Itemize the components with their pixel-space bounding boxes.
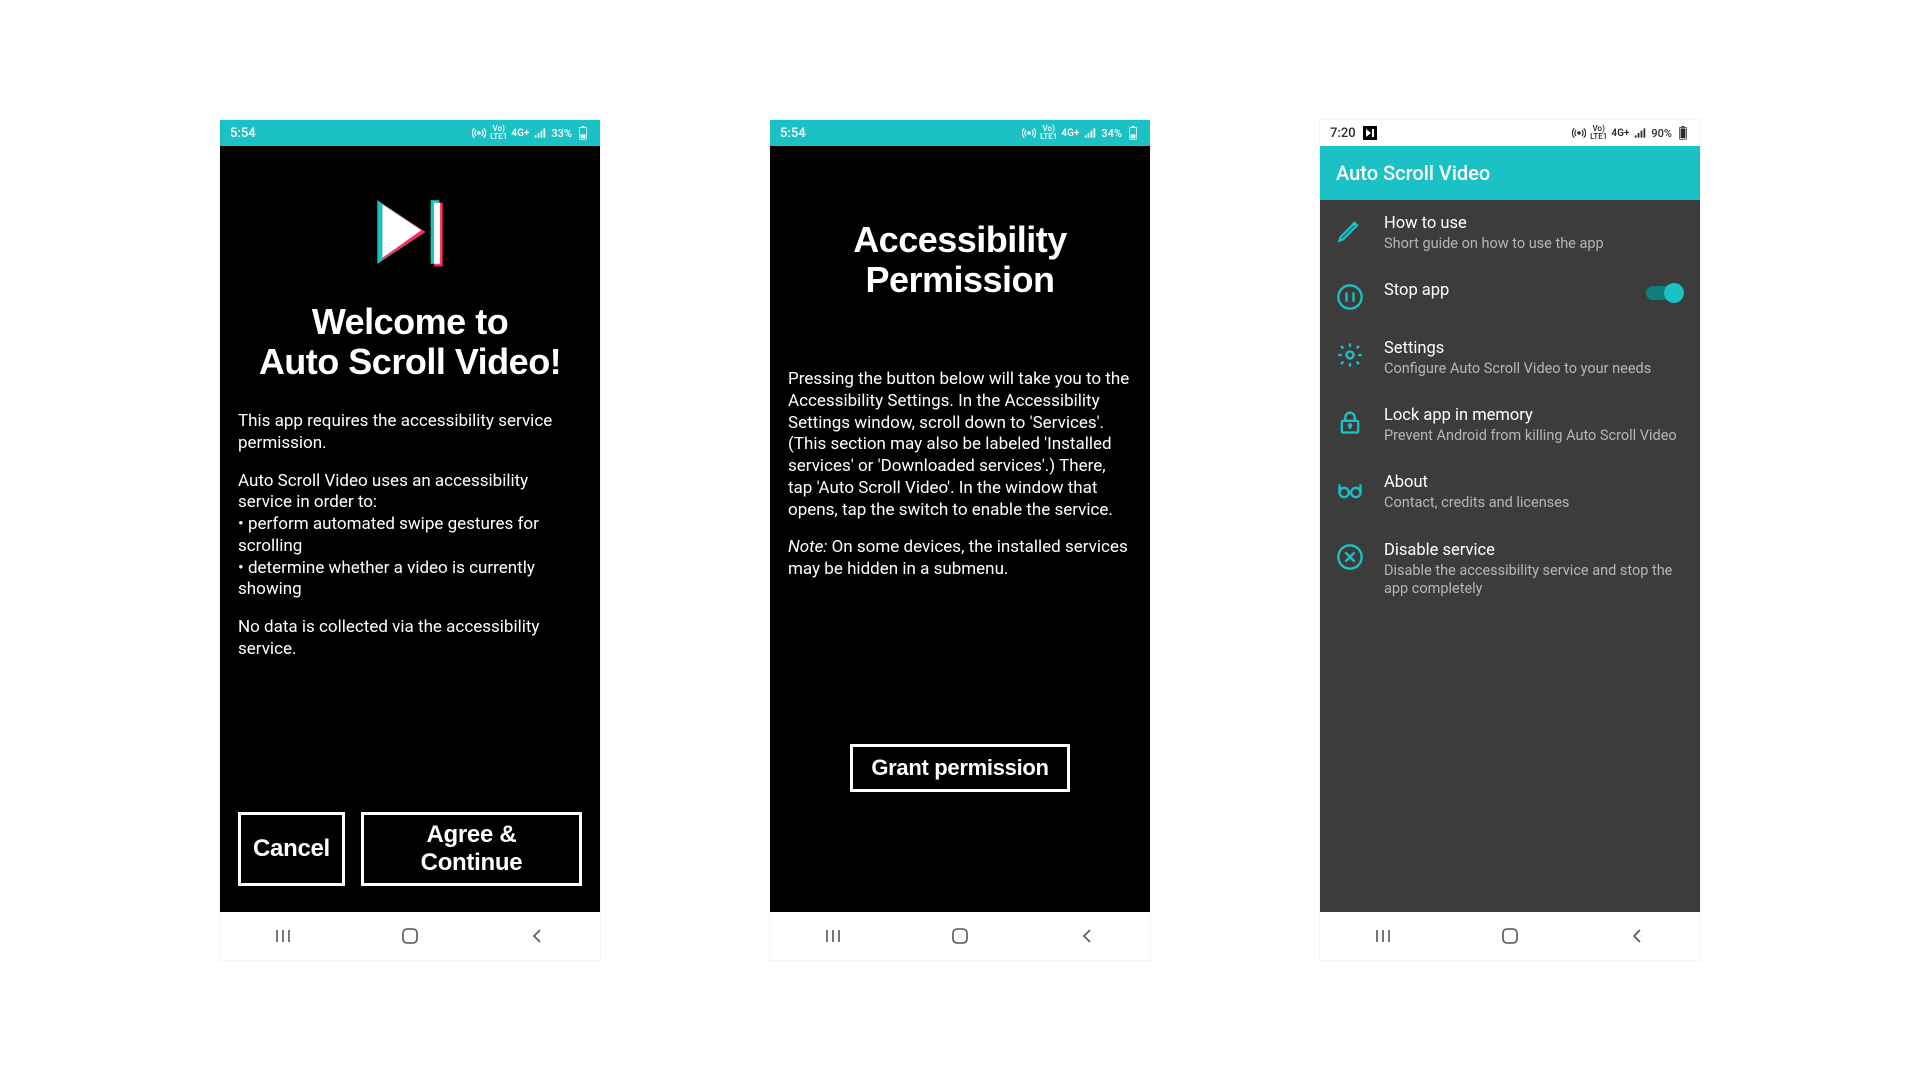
app-bar-title: Auto Scroll Video <box>1336 161 1490 185</box>
menu-item-sub: Configure Auto Scroll Video to your need… <box>1384 360 1684 378</box>
permission-body: Pressing the button below will take you … <box>770 369 1150 597</box>
menu-item-title: Settings <box>1384 339 1684 358</box>
welcome-screen: Welcome to Auto Scroll Video! This app r… <box>220 146 600 912</box>
lte-label: LTE1 <box>1590 133 1607 141</box>
phone-welcome: 5:54 Vo) LTE1 4G+ 33% Welco <box>220 120 600 960</box>
home-button[interactable] <box>390 924 430 948</box>
back-button[interactable] <box>1067 924 1107 948</box>
battery-icon <box>576 126 590 140</box>
battery-icon <box>1676 126 1690 140</box>
network-type: 4G+ <box>511 128 529 139</box>
battery-pct: 33% <box>551 127 572 140</box>
battery-pct: 34% <box>1101 127 1122 140</box>
lock-icon <box>1336 408 1364 436</box>
recents-button[interactable] <box>1363 924 1403 948</box>
pause-icon <box>1336 283 1364 311</box>
signal-icon <box>1633 126 1647 140</box>
status-indicators: Vo) LTE1 4G+ 90% <box>1572 125 1690 141</box>
app-logo <box>220 192 600 272</box>
status-time: 5:54 <box>230 126 256 141</box>
status-bar: 7:20 Vo) LTE1 4G+ 90% <box>1320 120 1700 146</box>
gear-icon <box>1336 341 1364 369</box>
stop-app-toggle[interactable] <box>1646 283 1684 303</box>
signal-icon <box>1083 126 1097 140</box>
menu-item-title: Stop app <box>1384 281 1626 300</box>
menu-item-title: How to use <box>1384 214 1684 233</box>
status-bar: 5:54 Vo) LTE1 4G+ 34% <box>770 120 1150 146</box>
battery-icon <box>1126 126 1140 140</box>
cancel-button[interactable]: Cancel <box>238 812 345 886</box>
lte-label: LTE1 <box>1040 133 1057 141</box>
phone-settings: 7:20 Vo) LTE1 4G+ 90% Auto Scroll Video <box>1320 120 1700 960</box>
menu-item-lock-memory[interactable]: Lock app in memory Prevent Android from … <box>1320 392 1700 459</box>
back-button[interactable] <box>1617 924 1657 948</box>
note-label: Note: <box>788 537 827 557</box>
home-button[interactable] <box>1490 924 1530 948</box>
android-nav-bar <box>770 912 1150 960</box>
app-bar: Auto Scroll Video <box>1320 146 1700 200</box>
menu-item-title: About <box>1384 473 1684 492</box>
menu-item-sub: Short guide on how to use the app <box>1384 235 1684 253</box>
menu-item-sub: Contact, credits and licenses <box>1384 494 1684 512</box>
hotspot-icon <box>1022 126 1036 140</box>
grant-permission-button[interactable]: Grant permission <box>850 744 1069 792</box>
recents-button[interactable] <box>263 924 303 948</box>
hotspot-icon <box>472 126 486 140</box>
android-nav-bar <box>1320 912 1700 960</box>
status-indicators: Vo) LTE1 4G+ 34% <box>1022 125 1140 141</box>
settings-screen: How to use Short guide on how to use the… <box>1320 200 1700 912</box>
battery-pct: 90% <box>1651 127 1672 140</box>
network-type: 4G+ <box>1611 128 1629 139</box>
back-button[interactable] <box>517 924 557 948</box>
menu-item-settings[interactable]: Settings Configure Auto Scroll Video to … <box>1320 325 1700 392</box>
menu-item-about[interactable]: About Contact, credits and licenses <box>1320 459 1700 526</box>
home-button[interactable] <box>940 924 980 948</box>
permission-screen: Accessibility Permission Pressing the bu… <box>770 146 1150 912</box>
glasses-icon <box>1336 475 1364 503</box>
recents-button[interactable] <box>813 924 853 948</box>
status-time: 5:54 <box>780 126 806 141</box>
permission-title: Accessibility Permission <box>778 220 1142 299</box>
agree-continue-button[interactable]: Agree & Continue <box>361 812 582 886</box>
menu-item-title: Lock app in memory <box>1384 406 1684 425</box>
network-type: 4G+ <box>1061 128 1079 139</box>
status-time: 7:20 <box>1330 126 1356 141</box>
menu-item-sub: Disable the accessibility service and st… <box>1384 562 1684 598</box>
menu-item-stop-app[interactable]: Stop app <box>1320 267 1700 325</box>
menu-item-disable-service[interactable]: Disable service Disable the accessibilit… <box>1320 527 1700 612</box>
menu-item-sub: Prevent Android from killing Auto Scroll… <box>1384 427 1684 445</box>
settings-list: How to use Short guide on how to use the… <box>1320 200 1700 612</box>
app-notification-icon <box>1362 125 1378 141</box>
hotspot-icon <box>1572 126 1586 140</box>
menu-item-how-to-use[interactable]: How to use Short guide on how to use the… <box>1320 200 1700 267</box>
x-circle-icon <box>1336 543 1364 571</box>
welcome-title: Welcome to Auto Scroll Video! <box>228 302 592 381</box>
phone-permission: 5:54 Vo) LTE1 4G+ 34% Accessibility Perm… <box>770 120 1150 960</box>
android-nav-bar <box>220 912 600 960</box>
status-bar: 5:54 Vo) LTE1 4G+ 33% <box>220 120 600 146</box>
lte-label: LTE1 <box>490 133 507 141</box>
signal-icon <box>533 126 547 140</box>
welcome-body: This app requires the accessibility serv… <box>220 411 600 677</box>
menu-item-title: Disable service <box>1384 541 1684 560</box>
pencil-icon <box>1336 216 1364 244</box>
status-indicators: Vo) LTE1 4G+ 33% <box>472 125 590 141</box>
